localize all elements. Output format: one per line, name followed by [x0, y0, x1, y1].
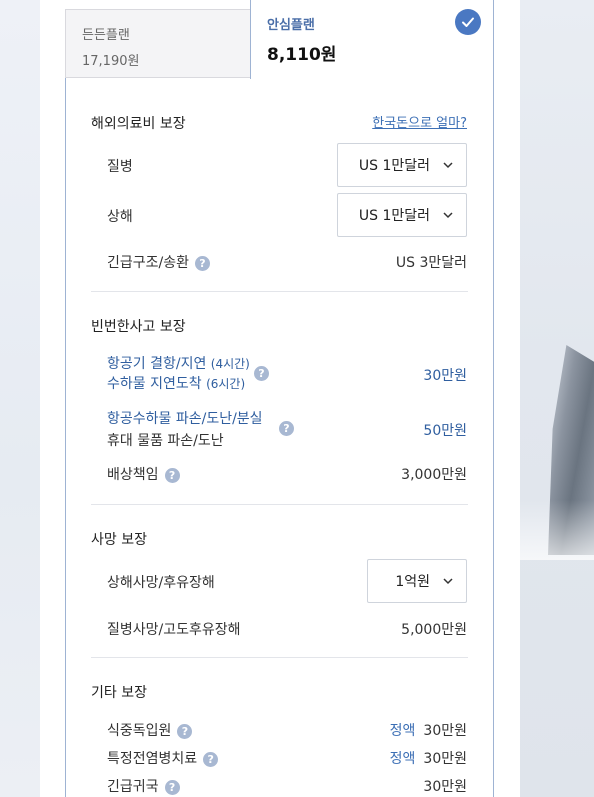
help-icon[interactable]: ?: [279, 421, 294, 436]
injury-amount-select[interactable]: US 1만달러: [337, 193, 467, 237]
row-label-line1: 항공기 결항/지연 (4시간): [107, 356, 250, 372]
row-label-liability: 배상책임?: [107, 464, 180, 484]
row-value-emergency-rescue: US 3만달러: [395, 255, 467, 271]
row-label-baggage: 항공수하물 파손/도난/분실 휴대 물품 파손/도난: [107, 408, 263, 452]
row-label-flight-delay: 항공기 결항/지연 (4시간) 수하물 지연도착 (6시간): [107, 354, 250, 394]
tab-plan-ansim[interactable]: 안심플랜 8,110원: [250, 0, 494, 79]
row-label-emergency-return: 긴급귀국?: [107, 776, 180, 796]
section-divider: [91, 657, 468, 658]
injury-death-amount-select[interactable]: 1억원: [367, 559, 467, 603]
row-label-line2: 수하물 지연도착 (6시간): [107, 376, 246, 392]
row-value-emergency-return: 30만원: [423, 779, 467, 795]
help-icon[interactable]: ?: [177, 723, 193, 739]
section-title-frequent: 빈번한사고 보장: [91, 319, 186, 335]
background-image: [520, 0, 594, 797]
row-value-disease-death: 5,000만원: [401, 622, 467, 638]
fixed-amount-tag: 정액: [389, 723, 416, 739]
row-label-note: (6시간): [206, 377, 246, 391]
select-value: US 1만달러: [358, 208, 430, 224]
row-label-epidemic: 특정전염병치료?: [107, 748, 219, 768]
section-divider: [91, 504, 468, 505]
row-value-epidemic: 정액 30만원: [389, 751, 467, 767]
background-snow-shape: [520, 500, 594, 560]
row-label-injury-death: 상해사망/후유장해: [107, 575, 215, 591]
background-left: [0, 0, 40, 797]
section-title-death: 사망 보장: [91, 532, 147, 548]
help-icon[interactable]: ?: [195, 255, 210, 271]
row-label-line1: 항공수하물 파손/도난/분실: [107, 411, 263, 427]
row-value-food-poisoning: 정액 30만원: [389, 723, 467, 739]
select-value: 1억원: [395, 574, 430, 590]
help-icon[interactable]: ?: [164, 779, 180, 795]
coverage-content: 해외의료비 보장 한국돈으로 얼마? 질병 US 1만달러 상해 US 1만달러…: [65, 78, 494, 797]
tab-plan-price: 17,190원: [82, 54, 140, 69]
help-icon[interactable]: ?: [254, 366, 269, 381]
row-label-text: 긴급귀국: [107, 779, 159, 795]
select-value: US 1만달러: [358, 158, 430, 174]
row-label-emergency-rescue: 긴급구조/송환?: [107, 252, 210, 272]
tab-plan-price: 8,110원: [267, 45, 337, 65]
tab-plan-dendeun[interactable]: 든든플랜 17,190원: [65, 9, 250, 78]
help-icon[interactable]: ?: [164, 467, 180, 483]
row-label-disease: 질병: [107, 159, 133, 175]
section-title-other: 기타 보장: [91, 685, 147, 701]
row-value-baggage: 50만원: [423, 423, 467, 439]
chevron-down-icon: [443, 212, 453, 219]
chevron-down-icon: [443, 578, 453, 585]
row-label-note: (4시간): [210, 357, 250, 371]
row-label-line2: 휴대 물품 파손/도난: [107, 433, 224, 449]
row-label-text: 긴급구조/송환: [107, 255, 189, 271]
plan-panel: 든든플랜 17,190원 안심플랜 8,110원 해외의료비 보장 한국돈으로 …: [40, 0, 520, 797]
section-divider: [91, 291, 468, 292]
fixed-amount-tag: 정액: [389, 751, 416, 767]
row-label-injury: 상해: [107, 209, 133, 225]
tab-plan-name: 든든플랜: [82, 28, 130, 43]
row-label-text: 식중독입원: [107, 723, 172, 739]
chevron-down-icon: [443, 162, 453, 169]
check-icon: [455, 9, 481, 35]
row-label-text: 특정전염병치료: [107, 751, 198, 767]
krw-conversion-link[interactable]: 한국돈으로 얼마?: [372, 112, 467, 131]
help-icon[interactable]: ?: [203, 751, 219, 767]
row-value-liability: 3,000만원: [401, 467, 467, 483]
row-label-text: 배상책임: [107, 467, 159, 483]
row-label-food-poisoning: 식중독입원?: [107, 720, 193, 740]
row-label-disease-death: 질병사망/고도후유장해: [107, 622, 241, 638]
row-value-flight-delay: 30만원: [423, 368, 467, 384]
section-title-overseas: 해외의료비 보장: [91, 116, 186, 132]
disease-amount-select[interactable]: US 1만달러: [337, 143, 467, 187]
